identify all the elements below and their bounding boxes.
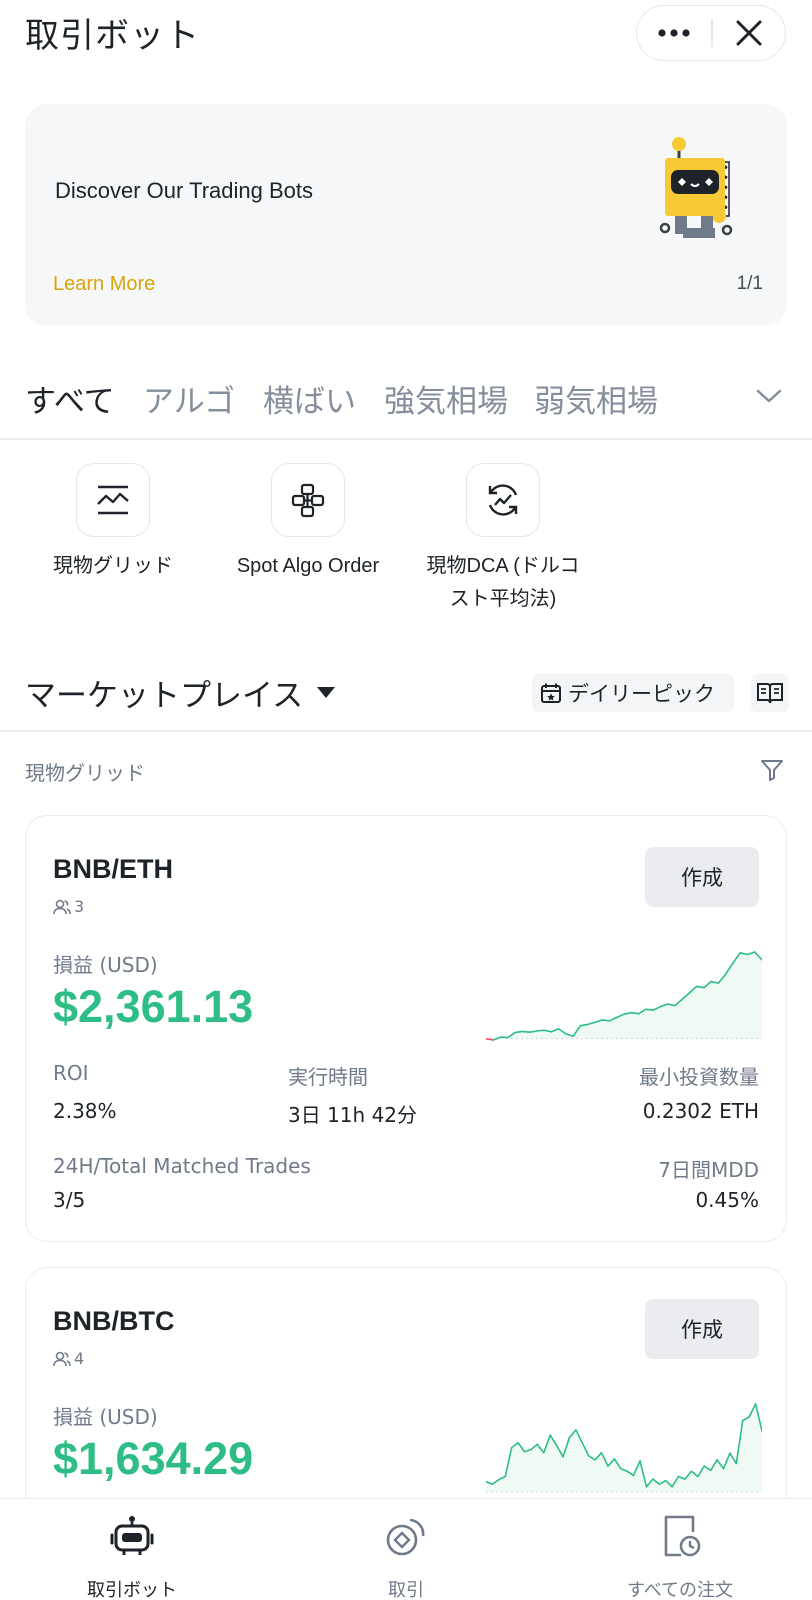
- bot-type-icon-box: [466, 463, 540, 537]
- close-button[interactable]: [713, 6, 785, 60]
- tab-bull[interactable]: 強気相場: [384, 376, 508, 421]
- tab-sideways[interactable]: 横ばい: [263, 376, 356, 421]
- nav-all-orders[interactable]: すべての注文: [580, 1513, 780, 1600]
- mdd-value: 0.45%: [695, 1188, 759, 1212]
- roi-label: ROI: [53, 1061, 89, 1085]
- matched-trades-label: 24H/Total Matched Trades: [53, 1154, 311, 1178]
- more-dots-icon: [658, 29, 690, 37]
- marketplace-dropdown[interactable]: マーケットプレイス: [25, 670, 336, 715]
- book-icon: [757, 683, 783, 704]
- header: 取引ボット: [0, 0, 812, 70]
- robot-mascot-icon: [659, 137, 733, 238]
- page-title: 取引ボット: [25, 16, 200, 56]
- bot-card[interactable]: BNB/ETH 3 作成 損益 (USD) $2,361.13 ROI 2.38…: [25, 815, 787, 1242]
- grid-chart-icon: [97, 485, 129, 515]
- trading-pair: BNB/ETH: [53, 854, 173, 884]
- bot-type-icon-box: [76, 463, 150, 537]
- bot-type-spot-dca[interactable]: 現物DCA (ドルコ スト平均法): [413, 463, 593, 616]
- marketplace-divider: [0, 730, 812, 732]
- more-button[interactable]: [637, 6, 711, 60]
- nav-trading-bots[interactable]: 取引ボット: [32, 1513, 232, 1600]
- close-icon: [736, 20, 762, 46]
- algo-flow-icon: [291, 483, 325, 518]
- nav-label: すべての注文: [626, 1580, 734, 1600]
- tab-all[interactable]: すべて: [25, 376, 115, 421]
- learn-more-link[interactable]: Learn More: [53, 273, 155, 296]
- min-investment-label: 最小投資数量: [639, 1065, 759, 1089]
- sparkline-segment: [535, 1029, 545, 1032]
- user-count: 4: [53, 1349, 84, 1368]
- tabs-divider: [0, 438, 812, 440]
- filter-category-label: 現物グリッド: [25, 761, 145, 785]
- pnl-label: 損益 (USD): [53, 1405, 158, 1429]
- pnl-sparkline: [486, 1403, 762, 1493]
- bot-type-label: 現物グリッド: [53, 555, 173, 577]
- users-icon: [53, 1351, 71, 1366]
- bot-type-icon-box: [271, 463, 345, 537]
- pnl-sparkline: [486, 951, 762, 1041]
- banner-page-indicator: 1/1: [736, 273, 763, 294]
- robot-icon: [110, 1516, 154, 1555]
- daily-pick-button[interactable]: デイリーピック: [532, 674, 734, 712]
- guide-book-button[interactable]: [751, 674, 789, 712]
- trade-icon: [386, 1518, 425, 1556]
- tab-algo[interactable]: アルゴ: [143, 376, 235, 421]
- roi-value: 2.38%: [53, 1099, 117, 1123]
- min-investment-value: 0.2302 ETH: [642, 1099, 759, 1123]
- users-icon: [53, 899, 71, 914]
- chevron-down-icon[interactable]: [756, 388, 782, 404]
- user-count: 3: [53, 897, 84, 916]
- bot-type-spot-algo[interactable]: Spot Algo Order: [218, 463, 398, 583]
- orders-clock-icon: [664, 1515, 701, 1557]
- label-line-2: スト平均法): [449, 588, 557, 610]
- sparkline-segment: [601, 1019, 611, 1022]
- mini-program-capsule: [636, 5, 786, 61]
- create-button[interactable]: 作成: [645, 1299, 759, 1359]
- calendar-icon: [541, 683, 561, 703]
- mdd-label: 7日間MDD: [658, 1158, 759, 1182]
- matched-trades-value: 3/5: [53, 1188, 86, 1212]
- category-tabs: すべて アルゴ 横ばい 強気相場 弱気相場: [0, 376, 812, 440]
- nav-label: 取引ボット: [87, 1580, 177, 1600]
- bot-type-label: Spot Algo Order: [236, 555, 380, 577]
- daily-pick-label: デイリーピック: [568, 682, 715, 706]
- caret-down-icon: [317, 687, 336, 698]
- promo-banner[interactable]: Discover Our Trading Bots Learn More 1/1: [25, 104, 787, 326]
- user-count-value: 3: [74, 897, 85, 916]
- pnl-label: 損益 (USD): [53, 953, 158, 977]
- bot-type-label: 現物DCA (ドルコ スト平均法): [413, 550, 593, 616]
- pnl-value: $1,634.29: [53, 1433, 254, 1484]
- tab-bear[interactable]: 弱気相場: [534, 376, 658, 421]
- create-button[interactable]: 作成: [645, 847, 759, 907]
- dca-cycle-icon: [488, 484, 518, 516]
- runtime-label: 実行時間: [288, 1065, 368, 1089]
- pnl-value: $2,361.13: [53, 981, 254, 1032]
- label-line-1: 現物DCA (ドルコ: [426, 555, 580, 577]
- banner-title: Discover Our Trading Bots: [55, 178, 313, 203]
- trading-pair: BNB/BTC: [53, 1306, 175, 1336]
- sparkline-area: [486, 1404, 762, 1492]
- nav-trade[interactable]: 取引: [306, 1513, 506, 1600]
- runtime-value: 3日 11h 42分: [288, 1103, 418, 1127]
- bot-type-spot-grid[interactable]: 現物グリッド: [23, 463, 203, 583]
- user-count-value: 4: [74, 1349, 85, 1368]
- nav-label: 取引: [388, 1580, 424, 1600]
- sparkline-segment: [645, 1008, 654, 1011]
- sparkline-segment: [521, 1030, 531, 1033]
- bottom-nav: 取引ボット 取引 すべての注文: [0, 1498, 812, 1600]
- filter-icon[interactable]: [760, 758, 784, 782]
- marketplace-title: マーケットプレイス: [25, 678, 304, 714]
- sparkline-area: [486, 952, 762, 1039]
